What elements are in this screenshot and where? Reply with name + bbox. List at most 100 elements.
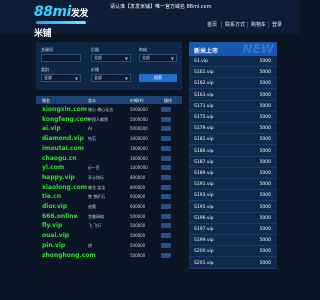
list-item[interactable]: S189.vip 5000: [189, 168, 277, 179]
list-item[interactable]: S163.vip 5000: [189, 90, 277, 101]
nav-home[interactable]: 首页: [207, 20, 217, 30]
domain-name[interactable]: ai.vip: [42, 125, 61, 132]
list-item[interactable]: S179.vip 5000: [189, 123, 277, 135]
list-item[interactable]: S171.vip 5000: [189, 101, 277, 112]
domain-name[interactable]: 666.online: [42, 213, 78, 220]
list-item[interactable]: S175.vip 5000: [189, 112, 277, 123]
list-item[interactable]: S193.vip 5000: [189, 190, 277, 202]
domain-name[interactable]: yi.com: [42, 164, 64, 171]
buy-button[interactable]: [161, 233, 171, 239]
listing-domain[interactable]: S201.vip: [194, 261, 214, 266]
suffix-select[interactable]: 全部 ▼: [91, 54, 131, 62]
table-row[interactable]: tie.cn 铁 铁矿石 600000: [36, 192, 182, 201]
nav-login[interactable]: 登录: [272, 20, 282, 30]
domain-name[interactable]: kongfeng.com: [42, 116, 90, 123]
domain-name[interactable]: imoutai.com: [42, 145, 84, 152]
listing-domain[interactable]: S189.vip: [194, 171, 214, 176]
listing-price: 5000: [259, 249, 271, 255]
table-row[interactable]: xiaolong.com 晓龙 笑龙 800000: [36, 183, 182, 192]
buy-button[interactable]: [161, 174, 171, 180]
keyword-input[interactable]: [41, 54, 81, 62]
list-item[interactable]: S187.vip 5000: [189, 157, 277, 168]
listing-domain[interactable]: S197.vip: [194, 227, 214, 232]
table-row[interactable]: chaogu.cn 1600000: [36, 154, 182, 163]
list-item[interactable]: S201.vip 5000: [189, 258, 277, 269]
table-row[interactable]: pin.vip 拼 500000: [36, 241, 182, 250]
table-row[interactable]: kongfeng.com 中国人都院 5000000: [36, 115, 182, 124]
buy-button[interactable]: [161, 116, 171, 122]
table-row[interactable]: dior.vip 迪奥 600000: [36, 202, 182, 211]
list-item[interactable]: S161.vip 5000: [189, 67, 277, 79]
listing-domain[interactable]: S191.vip: [194, 182, 214, 187]
domain-name[interactable]: ouai.vip: [42, 232, 69, 239]
price-select[interactable]: 全部 ▼: [91, 74, 131, 82]
list-item[interactable]: S200.vip 5000: [189, 246, 277, 258]
table-row[interactable]: fly.vip 飞 飞行 500000: [36, 221, 182, 230]
list-item[interactable]: S181.vip 5000: [189, 134, 277, 146]
table-row[interactable]: happy.vip 开心快乐 800000: [36, 173, 182, 182]
table-row[interactable]: 666.online 完美网络 500000: [36, 212, 182, 221]
table-row[interactable]: yi.com yi一百 1000000: [36, 163, 182, 172]
buy-button[interactable]: [161, 126, 171, 132]
domain-name[interactable]: happy.vip: [42, 174, 75, 181]
buy-button[interactable]: [161, 136, 171, 142]
domain-name[interactable]: zhonghong.com: [42, 252, 96, 259]
listing-domain[interactable]: S199.vip: [194, 238, 214, 243]
search-button[interactable]: 搜索: [139, 74, 177, 82]
table-row[interactable]: xiongxin.com 雄心 雄心壮志 5000000: [36, 105, 182, 114]
domain-name[interactable]: tie.cn: [42, 193, 61, 200]
listing-domain[interactable]: S175.vip: [194, 115, 214, 120]
listing-domain[interactable]: S171.vip: [194, 104, 214, 109]
buy-button[interactable]: [161, 155, 171, 161]
buy-button[interactable]: [161, 213, 171, 219]
domain-name[interactable]: fly.vip: [42, 222, 62, 229]
buy-button[interactable]: [161, 165, 171, 171]
domain-name[interactable]: diamond.vip: [42, 135, 84, 142]
buy-button[interactable]: [161, 252, 171, 258]
listing-price: 5000: [259, 260, 271, 266]
buy-button[interactable]: [161, 242, 171, 248]
table-row[interactable]: imoutai.com 1800000: [36, 144, 182, 153]
domain-name[interactable]: chaogu.cn: [42, 155, 77, 162]
table-row[interactable]: diamond.vip 钻石 3000000: [36, 134, 182, 143]
table-row[interactable]: ouai.vip 500000: [36, 231, 182, 240]
buy-button[interactable]: [161, 204, 171, 209]
listing-domain[interactable]: S186.vip: [194, 149, 214, 154]
buy-button[interactable]: [161, 145, 171, 151]
listing-domain[interactable]: S179.vip: [194, 126, 214, 131]
nav-cart[interactable]: 购物车: [251, 20, 266, 30]
domain-name[interactable]: xiaolong.com: [42, 184, 87, 191]
list-item[interactable]: S1.vip 5000: [189, 56, 277, 67]
structure-select[interactable]: 全部 ▼: [139, 54, 177, 62]
listing-domain[interactable]: S162.vip: [194, 81, 214, 86]
col-action: 操作: [164, 98, 172, 103]
domain-name[interactable]: dior.vip: [42, 203, 67, 210]
list-item[interactable]: S186.vip 5000: [189, 146, 277, 157]
listing-domain[interactable]: S195.vip: [194, 205, 214, 210]
listing-domain[interactable]: S193.vip: [194, 193, 214, 198]
listing-domain[interactable]: S200.vip: [194, 249, 214, 254]
listing-domain[interactable]: S163.vip: [194, 93, 214, 98]
listing-domain[interactable]: S161.vip: [194, 70, 214, 75]
buy-button[interactable]: [161, 223, 171, 229]
listing-domain[interactable]: S196.vip: [194, 216, 214, 221]
list-item[interactable]: S195.vip 5000: [189, 202, 277, 213]
buy-button[interactable]: [161, 107, 171, 112]
domain-name[interactable]: xiongxin.com: [42, 106, 87, 113]
table-row[interactable]: ai.vip AI 5000000: [36, 124, 182, 133]
nav-contact[interactable]: 联系方式: [225, 20, 245, 30]
category-select[interactable]: 全部 ▼: [41, 74, 81, 82]
list-item[interactable]: S199.vip 5000: [189, 235, 277, 247]
list-item[interactable]: S162.vip 5000: [189, 78, 277, 90]
table-row[interactable]: zhonghong.com 500000: [36, 251, 182, 260]
list-item[interactable]: S197.vip 5000: [189, 224, 277, 235]
listing-domain[interactable]: S187.vip: [194, 160, 214, 165]
list-item[interactable]: S191.vip 5000: [189, 179, 277, 191]
buy-button[interactable]: [161, 184, 171, 190]
site-logo[interactable]: 88mi发发米铺: [34, 3, 88, 39]
listing-domain[interactable]: S1.vip: [194, 59, 208, 64]
domain-name[interactable]: pin.vip: [42, 242, 65, 249]
buy-button[interactable]: [161, 194, 171, 200]
list-item[interactable]: S196.vip 5000: [189, 213, 277, 224]
listing-domain[interactable]: S181.vip: [194, 137, 214, 142]
